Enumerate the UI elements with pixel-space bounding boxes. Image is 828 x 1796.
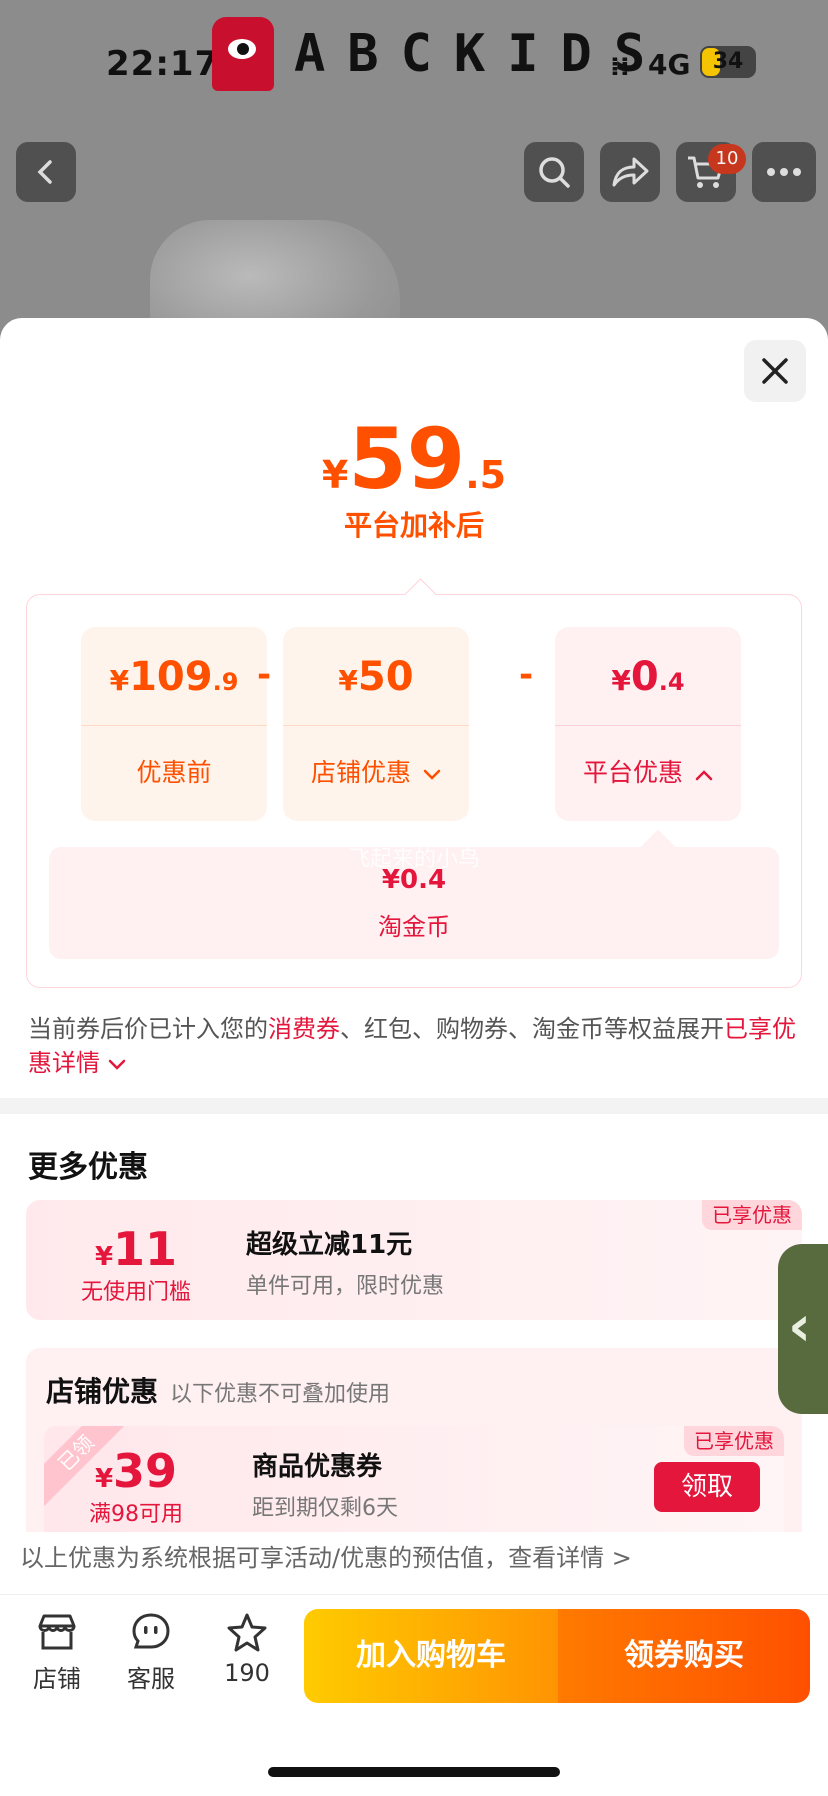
star-icon: [224, 1609, 270, 1655]
promo-desc: 单件可用，限时优惠: [246, 1274, 445, 1299]
coupon-title: 商品优惠券: [252, 1452, 383, 1482]
chat-face-icon: [128, 1609, 174, 1655]
price-breakdown: ¥109.9 优惠前 - ¥50 店铺优惠 - ¥0.4 平台优惠 飞起来的小鸟…: [26, 594, 802, 988]
chevron-down-icon: [108, 1059, 125, 1070]
chevron-up-icon: [695, 770, 713, 781]
shop-button[interactable]: 店铺: [22, 1609, 92, 1694]
back-button[interactable]: [16, 142, 76, 202]
chevron-left-icon: ‹: [788, 1294, 812, 1359]
promo-card: 已享优惠 ¥11 无使用门槛 超级立减11元 单件可用，限时优惠: [26, 1200, 802, 1320]
store-offers-title: 店铺优惠: [46, 1375, 159, 1408]
enjoyed-tag: 已享优惠: [702, 1200, 802, 1230]
store-offers: 店铺优惠 以下优惠不可叠加使用 已领 已享优惠 ¥39 满98可用 商品优惠券 …: [26, 1348, 802, 1548]
price-caption: 平台加补后: [343, 509, 484, 542]
taojinbi-detail: 飞起来的小鸟 ¥0.4 淘金币: [49, 847, 779, 959]
service-label: 客服: [127, 1665, 175, 1693]
more-offers-title: 更多优惠: [28, 1150, 148, 1185]
network-type: 4G: [648, 48, 691, 81]
close-icon: [762, 358, 788, 384]
favorite-button[interactable]: 190: [212, 1609, 282, 1687]
share-button[interactable]: [600, 142, 660, 202]
shop-label: 店铺: [33, 1665, 81, 1693]
cart-count-badge: 10: [708, 144, 746, 174]
brand-logo: ABCKIDS: [212, 14, 667, 94]
store-icon: [34, 1609, 80, 1655]
more-button[interactable]: [752, 142, 816, 202]
section-divider: [0, 1098, 828, 1114]
coupon-condition: 满98可用: [89, 1502, 183, 1527]
close-button[interactable]: [744, 340, 806, 402]
coupon-desc: 距到期仅剩6天: [252, 1496, 398, 1521]
price-integer: 59: [348, 410, 466, 508]
promo-amount: ¥11 无使用门槛: [66, 1222, 206, 1306]
battery-icon: 34: [700, 46, 756, 78]
store-coupon: 已领 已享优惠 ¥39 满98可用 商品优惠券 距到期仅剩6天 领取: [44, 1426, 784, 1548]
platform-discount-value: ¥0.4: [611, 654, 685, 700]
enjoyed-tag: 已享优惠: [684, 1426, 784, 1456]
add-to-cart-button[interactable]: 加入购物车: [304, 1609, 558, 1703]
search-icon: [539, 157, 570, 188]
home-indicator: [268, 1767, 560, 1777]
signal-icon: ⁞⁞: [610, 52, 630, 82]
search-button[interactable]: [524, 142, 584, 202]
taojinbi-value: ¥0.4: [381, 865, 447, 895]
platform-discount-label: 平台优惠: [555, 725, 741, 821]
store-discount-label: 店铺优惠: [283, 725, 469, 821]
price-currency: ¥: [321, 453, 349, 497]
promo-title: 超级立减11元: [246, 1230, 413, 1260]
store-discount-value: ¥50: [338, 654, 414, 700]
discount-sheet: ¥59.5 平台加补后 ¥109.9 优惠前 - ¥50 店铺优惠 - ¥0.4…: [0, 318, 828, 1796]
price-note: 当前券后价已计入您的消费券、红包、购物券、淘金币等权益展开已享优惠详情: [28, 1015, 796, 1077]
status-time: 22:17: [106, 44, 220, 84]
price-decimal: .5: [465, 453, 507, 497]
side-drawer-handle[interactable]: ‹: [778, 1244, 828, 1414]
claim-coupon-button[interactable]: 领取: [654, 1462, 760, 1512]
share-icon: [612, 157, 649, 187]
favorite-count: 190: [224, 1659, 270, 1687]
minus-sign: -: [257, 655, 272, 695]
disclaimer-link[interactable]: 以上优惠为系统根据可享活动/优惠的预估值，查看详情 >: [20, 1532, 808, 1584]
original-price-value: ¥109.9: [109, 654, 239, 700]
platform-discount-card[interactable]: ¥0.4 平台优惠: [555, 627, 741, 821]
claim-and-buy-button[interactable]: 领券购买: [558, 1609, 810, 1703]
mascot-icon: [212, 17, 274, 91]
store-discount-card[interactable]: ¥50 店铺优惠: [283, 627, 469, 821]
taojinbi-label: 淘金币: [378, 913, 450, 941]
chevron-down-icon: [423, 769, 441, 780]
coupon-amount: ¥39 满98可用: [66, 1444, 206, 1528]
bottom-action-bar: 店铺 客服 190 加入购物车 领券购买: [0, 1594, 828, 1796]
minus-sign: -: [519, 655, 534, 695]
status-bar: 22:17 ABCKIDS ⁞⁞ 4G 34: [0, 0, 828, 110]
original-price-label: 优惠前: [136, 758, 212, 787]
store-offers-hint: 以下优惠不可叠加使用: [170, 1382, 391, 1407]
promo-condition: 无使用门槛: [80, 1280, 191, 1305]
customer-service-button[interactable]: 客服: [116, 1609, 186, 1694]
more-icon: [767, 168, 801, 176]
battery-level: 34: [712, 49, 744, 74]
chevron-left-icon: [37, 160, 52, 184]
final-price: ¥59.5: [0, 410, 828, 508]
original-price-card: ¥109.9 优惠前: [81, 627, 267, 821]
